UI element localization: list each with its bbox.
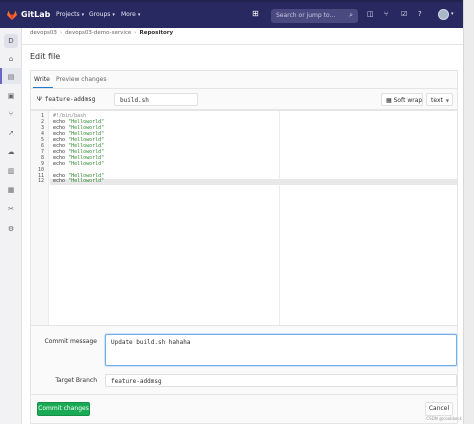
file-header: Ψfeature-addmsg build.sh ▦ Soft wrap tex… (30, 88, 458, 110)
editor-tabs: Write Preview changes (30, 70, 458, 89)
help-icon[interactable]: ? (418, 10, 422, 18)
breadcrumb-item[interactable]: devops03 (30, 30, 57, 36)
branch-name: Ψfeature-addmsg (37, 96, 96, 103)
breadcrumb-item[interactable]: devops03-demo-service (65, 30, 131, 36)
breadcrumb-separator-icon: › (134, 30, 137, 36)
target-branch-label: Target Branch (55, 377, 97, 384)
analytics-icon[interactable]: ▥ (6, 166, 16, 176)
divider (22, 44, 463, 45)
tab-write[interactable]: Write (34, 76, 50, 83)
tab-preview-changes[interactable]: Preview changes (56, 76, 106, 83)
merge-requests-icon[interactable]: ⑂ (384, 10, 388, 18)
repository-icon[interactable]: ▤ (6, 72, 16, 82)
brand-name[interactable]: GitLab (21, 10, 50, 19)
commit-changes-button[interactable]: Commit changes (37, 402, 90, 416)
issues-icon[interactable]: ◫ (367, 10, 374, 18)
wiki-icon[interactable]: ▦ (6, 185, 16, 195)
watermark: CSDN @cookbeck (426, 416, 462, 421)
code-keyword: echo (53, 178, 69, 185)
search-input[interactable]: Search or jump to... ⌕ (271, 9, 358, 23)
new-item-plus-icon[interactable]: ⊞ (252, 9, 259, 18)
settings-icon[interactable]: ⚙ (6, 224, 16, 234)
nav-projects[interactable]: Projects ▾ (56, 11, 84, 18)
chevron-down-icon: ▾ (81, 12, 85, 18)
commit-message-label: Commit message (44, 338, 97, 345)
avatar[interactable] (438, 9, 449, 20)
code-line[interactable]: echo "Helloworld" (53, 161, 104, 167)
soft-wrap-icon: ▦ (386, 97, 394, 104)
current-line-highlight (50, 179, 457, 185)
code-editor[interactable]: 1 #!/bin/bash 2 echo "Helloworld" 3 echo "Hel… (30, 110, 458, 326)
top-navbar: GitLab Projects ▾ Groups ▾ More ▾ ⊞ Search … (0, 0, 474, 28)
code-string: "Helloworld" (68, 160, 105, 167)
code-string: "Helloworld" (68, 178, 105, 185)
todos-icon[interactable]: ☑ (401, 10, 407, 18)
project-overview-icon[interactable]: ⌂ (6, 54, 16, 64)
soft-wrap-button[interactable]: ▦ Soft wrap (381, 93, 423, 106)
file-name-input[interactable]: build.sh (114, 93, 198, 106)
code-keyword: echo (53, 160, 69, 167)
branch-icon: Ψ (37, 96, 42, 103)
breadcrumb: devops03 › devops03-demo-service › Repositor… (30, 30, 173, 38)
commit-message-field[interactable]: Update build.sh hahaha (105, 334, 457, 366)
language-select[interactable]: text ▼ (426, 93, 453, 106)
project-avatar[interactable]: D (4, 34, 18, 48)
divider (31, 394, 457, 395)
commit-form: Commit message Update build.sh hahaha Ta… (30, 326, 458, 424)
chevron-down-icon: ▾ (137, 12, 141, 18)
merge-requests-icon[interactable]: ⑂ (6, 109, 16, 119)
window-right-edge (463, 0, 474, 424)
ci-cd-icon[interactable]: ➚ (6, 128, 16, 138)
issues-icon[interactable]: ▣ (6, 91, 16, 101)
snippets-icon[interactable]: ✂ (6, 204, 16, 214)
gitlab-logo-icon[interactable] (6, 9, 18, 21)
nav-groups[interactable]: Groups ▾ (89, 11, 115, 18)
breadcrumb-current[interactable]: Repository (140, 30, 174, 36)
print-margin (279, 111, 280, 325)
code-line[interactable]: echo "Helloworld" (53, 178, 104, 184)
chevron-down-icon[interactable]: ▾ (451, 11, 454, 17)
cancel-button[interactable]: Cancel (425, 402, 453, 416)
nav-more[interactable]: More ▾ (121, 11, 140, 18)
breadcrumb-separator-icon: › (59, 30, 63, 36)
chevron-down-icon: ▾ (112, 12, 115, 18)
target-branch-field[interactable]: feature-addmsg (105, 374, 457, 387)
operations-icon[interactable]: ☁ (6, 147, 16, 157)
search-icon: ⌕ (349, 11, 353, 19)
line-number: 12 (37, 178, 44, 185)
project-sidebar: D ⌂ ▤ ▣ ⑂ ➚ ☁ ▥ ▦ ✂ ⚙ (0, 28, 22, 424)
chevron-down-icon: ▼ (445, 98, 449, 103)
page-title: Edit file (30, 52, 61, 61)
